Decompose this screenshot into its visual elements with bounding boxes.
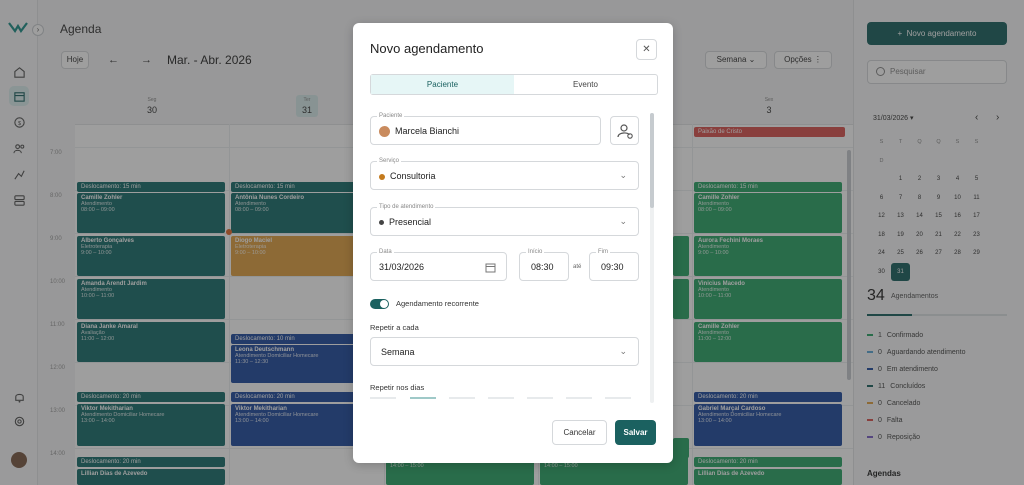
attendance-type-label: Tipo de atendimento (377, 204, 436, 211)
end-time-field[interactable]: Fim 09:30 (589, 249, 639, 281)
save-button[interactable]: Salvar (615, 420, 656, 445)
recurring-label: Agendamento recorrente (396, 299, 479, 308)
patient-label: Paciente (377, 113, 405, 120)
modal-title: Novo agendamento (370, 41, 484, 56)
until-label: até (573, 264, 582, 270)
patient-name: Marcela Bianchi (395, 126, 460, 136)
weekday-chip[interactable] (370, 397, 396, 399)
recurring-toggle[interactable] (370, 299, 389, 309)
new-appointment-modal: Novo agendamento ✕ Paciente Evento Pacie… (353, 23, 673, 463)
patient-value: Marcela Bianchi (379, 126, 460, 138)
repeat-every-select[interactable]: Semana ⌄ (370, 337, 639, 366)
weekday-chip[interactable] (527, 397, 553, 399)
weekday-chip[interactable] (488, 397, 514, 399)
service-color-dot (379, 173, 385, 180)
start-time-value: 08:30 (531, 262, 554, 272)
start-time-label: Início (526, 249, 545, 256)
attendance-type-select[interactable]: Tipo de atendimento Presencial ⌄ (370, 204, 639, 236)
scroll-thumb[interactable] (650, 113, 654, 208)
chevron-down-icon: ⌄ (619, 346, 627, 356)
date-label: Data (377, 249, 394, 256)
end-time-label: Fim (596, 249, 610, 256)
modal-tabs: Paciente Evento (370, 74, 658, 95)
patient-field[interactable]: Paciente Marcela Bianchi (370, 113, 601, 145)
date-field[interactable]: Data 31/03/2026 (370, 249, 507, 281)
weekday-chip[interactable] (605, 397, 631, 399)
repeat-every-value: Semana (381, 347, 415, 357)
tab-paciente[interactable]: Paciente (371, 75, 514, 94)
service-value: Consultoria (379, 171, 436, 181)
service-select[interactable]: Serviço Consultoria ⌄ (370, 158, 639, 190)
attendance-type-name: Presencial (389, 217, 432, 227)
add-patient-button[interactable] (610, 116, 639, 145)
service-name: Consultoria (390, 171, 436, 181)
start-time-field[interactable]: Início 08:30 (519, 249, 569, 281)
modal-scrollbar[interactable] (650, 113, 654, 403)
weekday-chip[interactable] (566, 397, 592, 399)
chevron-down-icon: ⌄ (619, 170, 627, 180)
service-label: Serviço (377, 158, 402, 165)
toggle-knob (380, 300, 388, 308)
cancel-button[interactable]: Cancelar (552, 420, 607, 445)
date-value: 31/03/2026 (379, 262, 425, 272)
chevron-down-icon: ⌄ (619, 216, 627, 226)
calendar-icon[interactable] (485, 262, 496, 273)
weekday-chip[interactable] (449, 397, 475, 399)
weekday-chip[interactable] (410, 397, 436, 399)
patient-avatar (379, 126, 390, 138)
location-pin-icon (379, 220, 384, 226)
tab-evento[interactable]: Evento (514, 75, 657, 94)
attendance-type-value: Presencial (379, 217, 431, 227)
repeat-every-label: Repetir a cada (370, 323, 419, 332)
close-icon[interactable]: ✕ (636, 39, 657, 60)
user-settings-icon (617, 124, 633, 139)
repeat-days-label: Repetir nos dias (370, 383, 425, 392)
end-time-value: 09:30 (601, 262, 624, 272)
